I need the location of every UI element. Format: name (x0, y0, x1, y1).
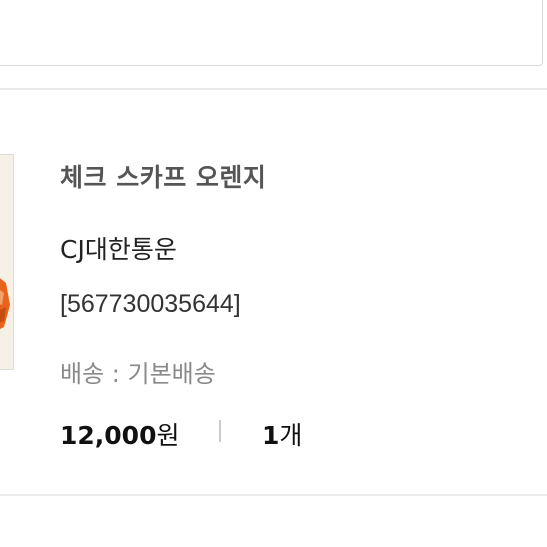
quantity-number: 1 (262, 421, 280, 450)
product-image (0, 155, 13, 369)
section-divider-top (0, 88, 547, 90)
price-amount: 12,000 (60, 421, 157, 450)
price-quantity-separator (219, 420, 221, 442)
top-container-box (0, 0, 543, 66)
courier-name: CJ대한통운 (60, 235, 177, 264)
shipping-method: 배송 : 기본배송 (60, 360, 216, 388)
product-name[interactable]: 체크 스카프 오렌지 (60, 158, 266, 194)
tracking-number[interactable]: [567730035644] (60, 290, 241, 319)
price-unit: 원 (156, 421, 180, 450)
item-quantity: 1개 (262, 416, 302, 452)
section-divider-bottom (0, 494, 547, 496)
quantity-unit: 개 (279, 421, 303, 450)
item-price: 12,000원 (60, 416, 180, 452)
product-thumbnail[interactable] (0, 154, 14, 370)
